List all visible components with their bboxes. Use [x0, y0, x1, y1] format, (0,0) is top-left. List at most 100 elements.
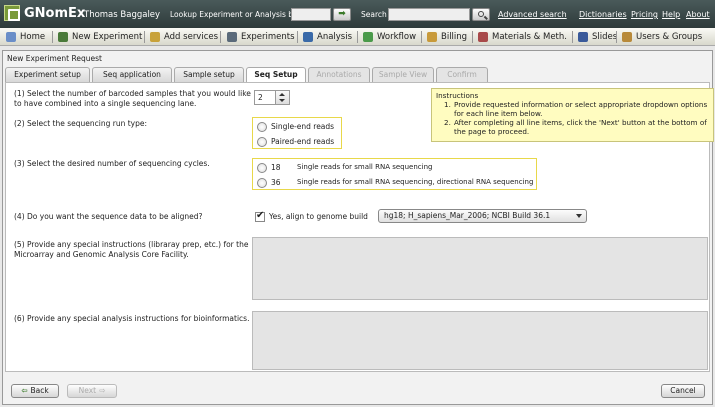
seq-setup-form: (1) Select the number of barcoded sample… — [5, 82, 714, 372]
menu-divider — [220, 31, 221, 43]
back-label: Back — [30, 386, 49, 395]
top-header: GNomEx Thomas Baggaley Lookup Experiment… — [0, 0, 715, 28]
footer-bar: ⇦ Back Next ⇨ Cancel — [3, 377, 712, 404]
genome-build-select[interactable]: hg18; H_sapiens_Mar_2006; NCBI Build 36.… — [378, 209, 587, 223]
search-input[interactable] — [388, 8, 470, 21]
menu-label: Workflow — [377, 32, 417, 42]
left-arrow-icon: ⇦ — [21, 386, 28, 395]
menu-add-services[interactable]: Add services — [150, 28, 218, 46]
single-end-label: Single-end reads — [271, 122, 335, 131]
menu-materials[interactable]: Materials & Meth. — [478, 28, 567, 46]
menu-divider — [472, 31, 473, 43]
menu-divider — [52, 31, 53, 43]
question-5: (5) Provide any special instructions (li… — [14, 240, 249, 259]
app-logo: GNomEx — [4, 5, 85, 21]
logo-text: GNomEx — [24, 5, 86, 21]
right-arrow-icon: ➡ — [338, 9, 346, 19]
instruction-step: 2. After completing all line items, clic… — [436, 118, 709, 136]
menu-new-experiment[interactable]: New Experiment — [58, 28, 142, 46]
menu-divider — [357, 31, 358, 43]
slides-icon — [578, 32, 588, 42]
menu-divider — [297, 31, 298, 43]
help-link[interactable]: Help — [662, 10, 680, 19]
step-text: After completing all line items, click t… — [454, 118, 707, 136]
question-6: (6) Provide any special analysis instruc… — [14, 314, 250, 323]
menu-divider — [144, 31, 145, 43]
menu-experiments[interactable]: Experiments — [227, 28, 295, 46]
panel-title: New Experiment Request — [7, 54, 102, 63]
new-experiment-panel: New Experiment Request Experiment setup … — [2, 50, 714, 405]
dictionaries-link[interactable]: Dictionaries — [579, 10, 627, 19]
stepper-value[interactable]: 2 — [254, 90, 276, 105]
menu-divider — [616, 31, 617, 43]
pricing-link[interactable]: Pricing — [631, 10, 658, 19]
cancel-button[interactable]: Cancel — [661, 384, 705, 398]
next-button: Next ⇨ — [67, 384, 117, 398]
cycles-36-desc: Single reads for small RNA sequencing, d… — [297, 178, 534, 186]
menu-label: Users & Groups — [636, 32, 703, 42]
step-number: 1. — [444, 100, 451, 109]
single-end-radio[interactable] — [257, 122, 267, 132]
menu-users-groups[interactable]: Users & Groups — [622, 28, 702, 46]
tab-seq-setup[interactable]: Seq Setup — [246, 67, 306, 83]
tab-seq-application[interactable]: Seq application — [92, 67, 172, 82]
menu-label: Slides — [592, 32, 618, 42]
about-link[interactable]: About — [686, 10, 710, 19]
services-icon — [150, 32, 160, 42]
menu-divider — [572, 31, 573, 43]
advanced-search-link[interactable]: Advanced search — [498, 10, 567, 19]
users-icon — [622, 32, 632, 42]
step-number: 2. — [444, 118, 451, 127]
tab-confirm: Confirm — [436, 67, 488, 82]
core-facility-instructions-field[interactable] — [252, 237, 708, 300]
cycles-18-radio[interactable] — [257, 163, 267, 173]
question-2: (2) Select the sequencing run type: — [14, 119, 147, 128]
cycles-18-number: 18 — [271, 163, 281, 172]
menu-workflow[interactable]: Workflow — [363, 28, 416, 46]
flask-icon — [58, 32, 68, 42]
instruction-step: 1. Provide requested information or sele… — [436, 100, 709, 118]
paired-end-radio[interactable] — [257, 137, 267, 147]
cycles-18-desc: Single reads for small RNA sequencing — [297, 163, 433, 171]
stepper-arrows-icon[interactable] — [276, 90, 290, 105]
run-type-options: Single-end reads Paired-end reads — [252, 117, 342, 149]
tab-sample-view: Sample View — [372, 67, 434, 82]
search-icon — [478, 11, 484, 17]
analysis-icon — [303, 32, 313, 42]
tab-annotations: Annotations — [308, 67, 370, 82]
right-arrow-icon: ⇨ — [99, 386, 106, 395]
menu-label: Home — [20, 32, 46, 42]
question-4: (4) Do you want the sequence data to be … — [14, 212, 203, 221]
question-3: (3) Select the desired number of sequenc… — [14, 159, 210, 168]
align-label: Yes, align to genome build — [269, 212, 368, 221]
cycles-36-number: 36 — [271, 178, 281, 187]
menu-home[interactable]: Home — [6, 28, 45, 46]
align-checkbox[interactable] — [255, 210, 265, 222]
question-1: (1) Select the number of barcoded sample… — [14, 89, 251, 108]
chevron-down-icon — [576, 214, 582, 218]
user-name: Thomas Baggaley — [84, 10, 161, 20]
menu-slides[interactable]: Slides — [578, 28, 617, 46]
menu-label: Experiments — [241, 32, 295, 42]
back-button[interactable]: ⇦ Back — [11, 384, 59, 398]
tab-experiment-setup[interactable]: Experiment setup — [5, 67, 90, 82]
menu-analysis[interactable]: Analysis — [303, 28, 352, 46]
main-menu: Home New Experiment Add services Experim… — [0, 28, 715, 46]
menu-billing[interactable]: Billing — [427, 28, 467, 46]
step-text: Provide requested information or select … — [454, 100, 708, 118]
paired-end-label: Paired-end reads — [271, 137, 335, 146]
barcoded-samples-stepper[interactable]: 2 — [254, 90, 290, 105]
menu-label: New Experiment — [72, 32, 143, 42]
logo-icon — [4, 5, 20, 21]
instructions-title: Instructions — [436, 91, 479, 100]
home-icon — [6, 32, 16, 42]
search-button[interactable] — [472, 8, 490, 21]
lookup-input[interactable] — [291, 8, 331, 21]
instructions-box: Instructions 1. Provide requested inform… — [431, 88, 714, 142]
menu-label: Add services — [164, 32, 219, 42]
cycles-36-radio[interactable] — [257, 178, 267, 188]
next-label: Next — [78, 386, 97, 395]
tab-sample-setup[interactable]: Sample setup — [174, 67, 244, 82]
lookup-go-button[interactable]: ➡ — [333, 8, 351, 21]
bioinformatics-instructions-field[interactable] — [252, 311, 708, 370]
